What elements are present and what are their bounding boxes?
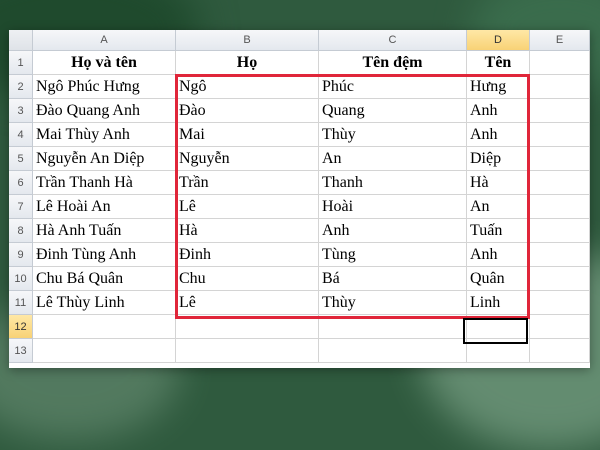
cell-C7[interactable]: Hoài [319, 195, 467, 219]
cell-C1[interactable]: Tên đệm [319, 51, 467, 75]
cell-D6[interactable]: Hà [467, 171, 530, 195]
cell-C9[interactable]: Tùng [319, 243, 467, 267]
cell-A1[interactable]: Họ và tên [33, 51, 176, 75]
cell-D11[interactable]: Linh [467, 291, 530, 315]
row-header-1[interactable]: 1 [9, 51, 33, 75]
cell-C8[interactable]: Anh [319, 219, 467, 243]
cell-A10[interactable]: Chu Bá Quân [33, 267, 176, 291]
cell-E7[interactable] [530, 195, 590, 219]
row-header-2[interactable]: 2 [9, 75, 33, 99]
cell-B7[interactable]: Lê [176, 195, 319, 219]
cell-B6[interactable]: Trần [176, 171, 319, 195]
cell-B8[interactable]: Hà [176, 219, 319, 243]
cell-C5[interactable]: An [319, 147, 467, 171]
cell-C6[interactable]: Thanh [319, 171, 467, 195]
cell-B3[interactable]: Đào [176, 99, 319, 123]
select-all-corner[interactable] [9, 30, 33, 51]
cell-C3[interactable]: Quang [319, 99, 467, 123]
cell-B4[interactable]: Mai [176, 123, 319, 147]
cell-B10[interactable]: Chu [176, 267, 319, 291]
column-header-A[interactable]: A [33, 30, 176, 51]
cell-B11[interactable]: Lê [176, 291, 319, 315]
column-header-C[interactable]: C [319, 30, 467, 51]
cell-D2[interactable]: Hưng [467, 75, 530, 99]
cell-A11[interactable]: Lê Thùy Linh [33, 291, 176, 315]
row-header-7[interactable]: 7 [9, 195, 33, 219]
cell-A4[interactable]: Mai Thùy Anh [33, 123, 176, 147]
cell-A8[interactable]: Hà Anh Tuấn [33, 219, 176, 243]
cell-E8[interactable] [530, 219, 590, 243]
cell-A9[interactable]: Đinh Tùng Anh [33, 243, 176, 267]
cell-E3[interactable] [530, 99, 590, 123]
row-header-12[interactable]: 12 [9, 315, 33, 339]
cell-E6[interactable] [530, 171, 590, 195]
cell-B1[interactable]: Họ [176, 51, 319, 75]
cell-D8[interactable]: Tuấn [467, 219, 530, 243]
cell-E9[interactable] [530, 243, 590, 267]
row-header-10[interactable]: 10 [9, 267, 33, 291]
cell-B13[interactable] [176, 339, 319, 363]
cell-C11[interactable]: Thùy [319, 291, 467, 315]
cell-E11[interactable] [530, 291, 590, 315]
cell-E5[interactable] [530, 147, 590, 171]
cell-D5[interactable]: Diệp [467, 147, 530, 171]
cell-E2[interactable] [530, 75, 590, 99]
cell-D9[interactable]: Anh [467, 243, 530, 267]
cell-D3[interactable]: Anh [467, 99, 530, 123]
cell-A6[interactable]: Trần Thanh Hà [33, 171, 176, 195]
cell-A12[interactable] [33, 315, 176, 339]
row-header-5[interactable]: 5 [9, 147, 33, 171]
row-header-8[interactable]: 8 [9, 219, 33, 243]
row-header-6[interactable]: 6 [9, 171, 33, 195]
cell-D1[interactable]: Tên [467, 51, 530, 75]
cell-E10[interactable] [530, 267, 590, 291]
cell-C2[interactable]: Phúc [319, 75, 467, 99]
cell-C10[interactable]: Bá [319, 267, 467, 291]
cell-A7[interactable]: Lê Hoài An [33, 195, 176, 219]
cell-C13[interactable] [319, 339, 467, 363]
row-header-9[interactable]: 9 [9, 243, 33, 267]
cell-C4[interactable]: Thùy [319, 123, 467, 147]
cell-E13[interactable] [530, 339, 590, 363]
cell-A2[interactable]: Ngô Phúc Hưng [33, 75, 176, 99]
column-header-B[interactable]: B [176, 30, 319, 51]
cell-A13[interactable] [33, 339, 176, 363]
cell-E1[interactable] [530, 51, 590, 75]
cell-A3[interactable]: Đào Quang Anh [33, 99, 176, 123]
active-cell-D12[interactable] [463, 318, 528, 344]
cell-C12[interactable] [319, 315, 467, 339]
cell-B9[interactable]: Đinh [176, 243, 319, 267]
spreadsheet: A B C D E 1 Họ và tên Họ Tên đệm Tên 2 Ngô Phúc Hưn… [9, 30, 590, 368]
row-header-4[interactable]: 4 [9, 123, 33, 147]
cell-B2[interactable]: Ngô [176, 75, 319, 99]
cell-B5[interactable]: Nguyễn [176, 147, 319, 171]
cell-D4[interactable]: Anh [467, 123, 530, 147]
row-header-3[interactable]: 3 [9, 99, 33, 123]
column-header-D[interactable]: D [467, 30, 530, 51]
cell-E4[interactable] [530, 123, 590, 147]
cell-D10[interactable]: Quân [467, 267, 530, 291]
cell-D7[interactable]: An [467, 195, 530, 219]
cell-A5[interactable]: Nguyễn An Diệp [33, 147, 176, 171]
row-header-11[interactable]: 11 [9, 291, 33, 315]
cell-grid: A B C D E 1 Họ và tên Họ Tên đệm Tên 2 Ngô Phúc Hưn… [9, 30, 590, 363]
row-header-13[interactable]: 13 [9, 339, 33, 363]
cell-E12[interactable] [530, 315, 590, 339]
column-header-E[interactable]: E [530, 30, 590, 51]
cell-B12[interactable] [176, 315, 319, 339]
